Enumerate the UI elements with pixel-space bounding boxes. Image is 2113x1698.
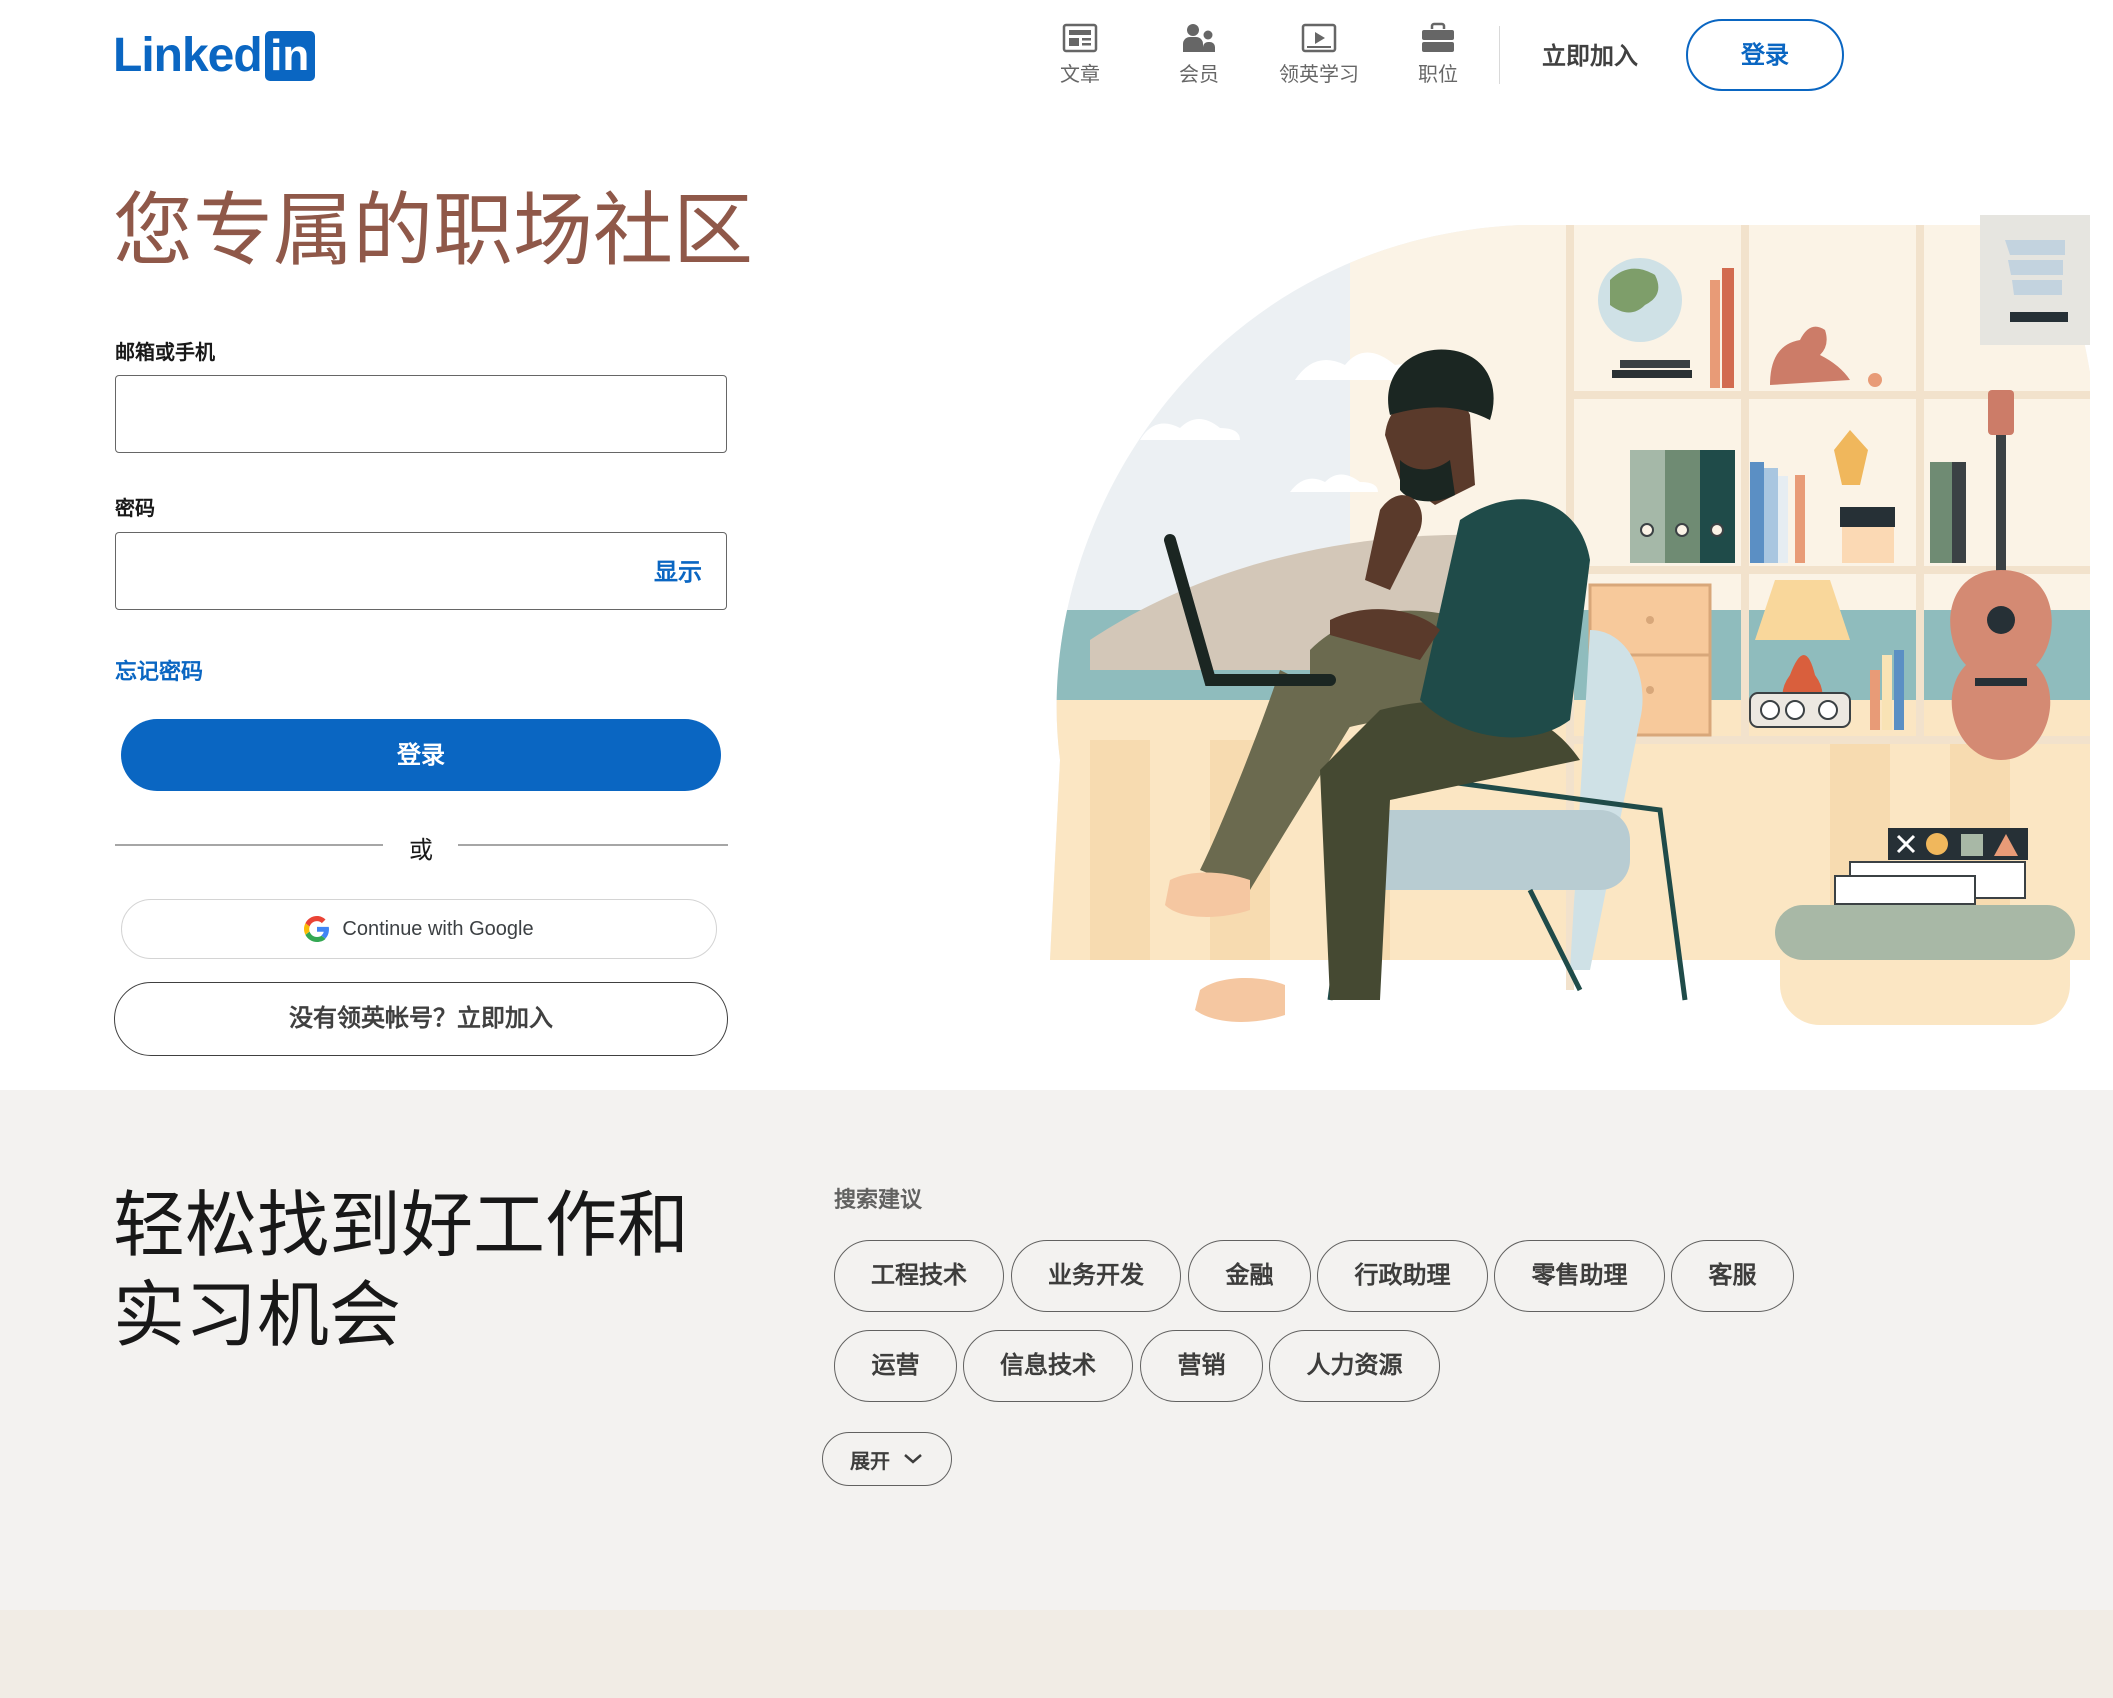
show-password-button[interactable]: 显示 — [654, 533, 702, 611]
logo-in-box: in — [264, 31, 315, 81]
nav-label: 文章 — [1060, 62, 1100, 86]
nav-label: 职位 — [1418, 62, 1458, 86]
search-suggestions-label: 搜索建议 — [834, 1188, 923, 1213]
linkedin-logo[interactable]: Linked in — [113, 28, 315, 84]
logo-wordmark: Linked — [113, 29, 263, 82]
nav-divider — [1499, 26, 1500, 84]
logo-in-text: in — [270, 31, 310, 80]
expand-label: 展开 — [850, 1448, 890, 1473]
hero-illustration — [1050, 215, 2090, 1025]
nav-articles[interactable]: 文章 — [1025, 22, 1135, 94]
join-now-button[interactable]: 没有领英帐号？立即加入 — [114, 982, 728, 1056]
learning-icon — [1301, 23, 1337, 53]
divider-line-left — [115, 844, 383, 846]
chevron-down-icon — [904, 1454, 922, 1464]
header-sign-in-button[interactable]: 登录 — [1686, 19, 1844, 91]
sign-in-button[interactable]: 登录 — [121, 719, 721, 791]
chip-operations[interactable]: 运营 — [834, 1330, 957, 1402]
chip-finance[interactable]: 金融 — [1188, 1240, 1311, 1312]
chip-retail-associate[interactable]: 零售助理 — [1494, 1240, 1665, 1312]
email-label: 邮箱或手机 — [115, 340, 215, 364]
chip-engineering[interactable]: 工程技术 — [834, 1240, 1004, 1312]
chip-human-resources[interactable]: 人力资源 — [1269, 1330, 1440, 1402]
join-now-link[interactable]: 立即加入 — [1532, 20, 1648, 92]
google-icon — [304, 916, 330, 942]
people-icon — [1183, 24, 1215, 52]
article-icon — [1062, 23, 1098, 53]
forgot-password-link[interactable]: 忘记密码 — [115, 654, 203, 686]
nav-label: 领英学习 — [1279, 62, 1359, 86]
chip-customer-service[interactable]: 客服 — [1671, 1240, 1794, 1312]
jobs-title: 轻松找到好工作和实习机会 — [113, 1183, 690, 1357]
chip-admin-assistant[interactable]: 行政助理 — [1317, 1240, 1488, 1312]
footer-band — [0, 1610, 2113, 1698]
email-field-box[interactable] — [115, 375, 727, 453]
nav-jobs[interactable]: 职位 — [1383, 22, 1493, 94]
nav-learning[interactable]: 领英学习 — [1264, 22, 1374, 94]
password-field-box[interactable]: 显示 — [115, 532, 727, 610]
password-label: 密码 — [115, 496, 155, 520]
nav-label: 会员 — [1179, 62, 1219, 86]
password-field[interactable] — [116, 533, 726, 609]
chip-marketing[interactable]: 营销 — [1140, 1330, 1263, 1402]
briefcase-icon — [1422, 22, 1454, 52]
expand-button[interactable]: 展开 — [822, 1432, 952, 1486]
divider-line-right — [458, 844, 728, 846]
chip-information-technology[interactable]: 信息技术 — [963, 1330, 1133, 1402]
nav-people[interactable]: 会员 — [1144, 22, 1254, 94]
google-button-label: Continue with Google — [342, 917, 534, 940]
continue-with-google-button[interactable]: Continue with Google — [121, 899, 717, 959]
or-divider-text: 或 — [409, 836, 433, 864]
hero-title: 您专属的职场社区 — [113, 184, 753, 277]
chip-business-development[interactable]: 业务开发 — [1011, 1240, 1181, 1312]
email-field[interactable] — [116, 376, 726, 452]
